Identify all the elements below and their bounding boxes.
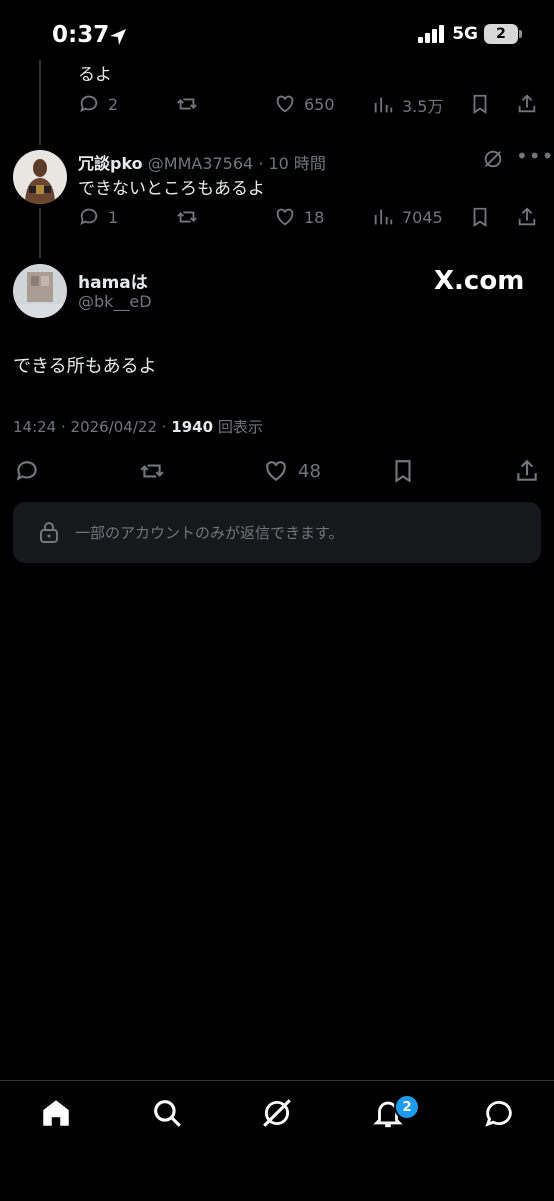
reply-icon[interactable] (14, 458, 40, 484)
notification-badge: 2 (394, 1094, 420, 1120)
retweet-icon[interactable] (138, 458, 166, 484)
views-icon (374, 97, 393, 113)
post-time: 10 時間 (268, 154, 326, 173)
reply-button[interactable]: 1 (78, 206, 118, 228)
bookmark-icon[interactable] (390, 458, 416, 484)
views-count: 7045 (402, 207, 443, 227)
thread-line-top (39, 60, 41, 145)
reply-icon (80, 208, 98, 226)
reply-restriction-text: 一部のアカウントのみが返信できます。 (75, 524, 344, 542)
author-name[interactable]: 冗談pko (78, 154, 143, 173)
thread-line-middle (39, 208, 41, 258)
location-arrow-icon (110, 29, 126, 45)
tweet-text: できる所もあるよ (13, 356, 157, 377)
network-type: 5G (452, 24, 478, 44)
like-button[interactable]: 18 (274, 206, 324, 228)
retweet-icon (177, 211, 197, 223)
bookmark-icon[interactable] (469, 206, 491, 228)
views-count: 3.5万 (402, 97, 444, 116)
like-count: 650 (304, 94, 335, 114)
heart-icon (276, 208, 294, 226)
views-button[interactable]: 7045 (372, 206, 443, 228)
status-time: 0:37 (52, 22, 110, 48)
retweet-button[interactable] (176, 93, 206, 115)
home-icon[interactable] (39, 1096, 73, 1130)
heart-icon (266, 461, 286, 481)
timestamp: 14:24 · 2026/04/22 · (13, 418, 172, 436)
views-button[interactable]: 3.5万 (372, 93, 443, 117)
reply-restriction-box: 一部のアカウントのみが返信できます。 (13, 502, 541, 563)
author-name[interactable]: hamaは (78, 268, 148, 293)
reply-text: できないところもあるよ (78, 179, 265, 199)
views-icon (374, 209, 393, 225)
retweet-button[interactable] (176, 206, 198, 228)
like-button[interactable]: 48 (262, 458, 321, 484)
watermark: X.com (434, 266, 525, 296)
battery-indicator: 2 (484, 24, 522, 44)
more-options-icon[interactable]: ••• (516, 144, 554, 168)
bookmark-icon[interactable] (469, 93, 491, 115)
signal-icon (418, 25, 445, 43)
search-icon[interactable] (150, 1096, 184, 1130)
like-button[interactable]: 650 (274, 93, 335, 115)
status-right: 5G 2 (418, 24, 522, 44)
views-count: 1940 (171, 418, 214, 436)
author-handle[interactable]: @bk__eD (78, 292, 152, 311)
reply-icon (80, 95, 98, 113)
reply-button[interactable]: 2 (78, 93, 118, 115)
tweet-top-text: るよ (78, 65, 112, 85)
grok-icon[interactable] (482, 148, 504, 170)
like-count: 18 (304, 207, 325, 227)
avatar[interactable] (13, 264, 67, 318)
avatar[interactable] (13, 150, 67, 204)
like-count: 48 (298, 460, 321, 482)
reply-count: 2 (108, 94, 119, 114)
reply-author: 冗談pko @MMA37564 · 10 時間 (78, 154, 326, 173)
heart-icon (276, 95, 294, 113)
grok-icon[interactable] (260, 1096, 294, 1130)
retweet-icon (177, 98, 197, 110)
share-icon[interactable] (514, 458, 540, 484)
messages-icon[interactable] (482, 1096, 516, 1130)
tweet-meta: 14:24 · 2026/04/22 · 1940 回表示 (13, 416, 263, 437)
reply-count: 1 (108, 207, 119, 227)
share-icon[interactable] (516, 93, 538, 115)
author-handle[interactable]: @MMA37564 (148, 154, 253, 173)
share-icon[interactable] (516, 206, 538, 228)
views-label: 回表示 (213, 418, 263, 436)
lock-icon (40, 522, 58, 543)
